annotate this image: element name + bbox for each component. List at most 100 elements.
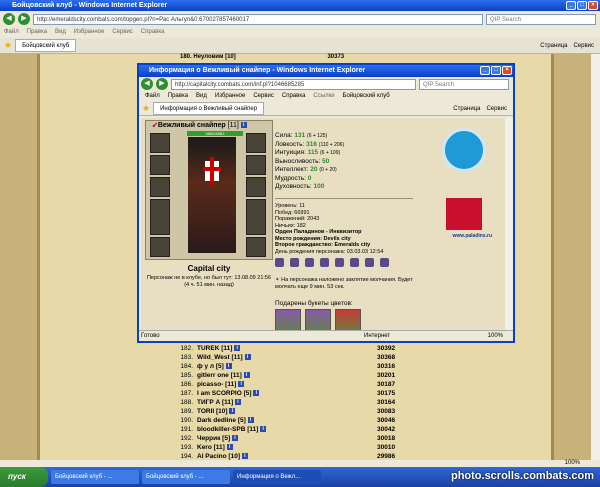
row-nick[interactable]: Dark dedline [5] i	[197, 416, 377, 425]
row-rank: 192.	[180, 435, 193, 442]
address-input[interactable]: http://emeraldscity.combats.com/topgen.p…	[33, 13, 483, 25]
badge-icon[interactable]	[380, 258, 389, 267]
popup-tab-info[interactable]: Информация о Вежливый снайпер	[153, 102, 265, 115]
menu-view[interactable]: Вид	[55, 27, 66, 38]
item-slot-legs[interactable]	[246, 199, 266, 235]
badge-icon[interactable]	[350, 258, 359, 267]
close-button[interactable]: ×	[588, 1, 598, 10]
tools-menu-button[interactable]: Сервис	[573, 43, 594, 49]
popup-menu-favorites[interactable]: Избранное	[215, 91, 245, 102]
row-nick[interactable]: ф у л [5] i	[197, 362, 377, 371]
rating-table: 182. TUREK [11] i 30392 183. Wild_West [11] …	[175, 344, 455, 461]
menu-help[interactable]: Справка	[141, 27, 165, 38]
row-nick[interactable]: TORII [10] i	[197, 407, 377, 416]
info-icon[interactable]: i	[243, 372, 250, 379]
info-icon[interactable]: i	[225, 363, 232, 370]
taskbar-item-3[interactable]: Информация о Вежл...	[233, 470, 321, 484]
popup-close-button[interactable]: ×	[502, 66, 512, 75]
popup-scrollbar[interactable]	[505, 118, 513, 330]
info-icon[interactable]: i	[229, 408, 236, 415]
row-rank: 184.	[180, 363, 193, 370]
item-slot-earrings[interactable]	[246, 133, 266, 153]
info-icon[interactable]: i	[226, 444, 233, 451]
table-row: 192. Черрик [5] i 30018	[175, 434, 455, 443]
item-slot-shield[interactable]	[246, 177, 266, 197]
popup-maximize-button[interactable]: □	[491, 66, 501, 75]
badge-icon[interactable]	[290, 258, 299, 267]
row-nick[interactable]: TUREK [11] i	[197, 344, 377, 353]
popup-menu-links[interactable]: Ссылки	[313, 91, 334, 102]
menu-favorites[interactable]: Избранное	[74, 27, 104, 38]
badge-icon[interactable]	[365, 258, 374, 267]
favorites-star-icon[interactable]: ★	[4, 40, 12, 51]
item-slot-belt[interactable]	[150, 237, 170, 257]
row-nick[interactable]: Черрик [5] i	[197, 434, 377, 443]
search-input[interactable]: QIP Search	[486, 13, 596, 25]
stat-row: Сила: 131 (6 + 125)	[275, 132, 328, 139]
back-icon[interactable]: ◀	[3, 13, 15, 25]
popup-menu-help[interactable]: Справка	[282, 91, 306, 102]
popup-menu-view[interactable]: Вид	[196, 91, 207, 102]
row-nick[interactable]: bloodkiller-SPB [11] i	[197, 425, 377, 434]
info-icon[interactable]: i	[234, 399, 241, 406]
badge-icon[interactable]	[335, 258, 344, 267]
popup-forward-icon[interactable]: ▶	[156, 78, 168, 90]
info-line: День рождения персонажа: 03.03.03 12:54	[275, 248, 384, 255]
taskbar-item-1[interactable]: Бойцовский клуб - ...	[51, 470, 139, 484]
page-menu-button[interactable]: Страница	[540, 43, 567, 49]
info-icon[interactable]: i	[231, 435, 238, 442]
popup-minimize-button[interactable]: _	[480, 66, 490, 75]
taskbar-item-2[interactable]: Бойцовский клуб - ...	[142, 470, 230, 484]
row-nick[interactable]: Kero [11] i	[197, 443, 377, 452]
menu-tools[interactable]: Сервис	[112, 27, 133, 38]
forward-icon[interactable]: ▶	[18, 13, 30, 25]
info-icon[interactable]: i	[244, 354, 251, 361]
info-icon[interactable]: i	[241, 453, 248, 460]
popup-search-input[interactable]: QIP Search	[419, 78, 509, 90]
popup-page-button[interactable]: Страница	[453, 106, 480, 112]
row-nick[interactable]: picasso- [11] i	[197, 380, 377, 389]
item-slot-boots[interactable]	[246, 237, 266, 257]
start-button[interactable]: пуск	[0, 467, 48, 487]
minimize-button[interactable]: _	[566, 1, 576, 10]
main-status-bar: 100%	[0, 460, 600, 467]
row-nick[interactable]: Wild_West [11] i	[197, 353, 377, 362]
badge-icon[interactable]	[305, 258, 314, 267]
info-icon[interactable]: i	[240, 122, 247, 129]
maximize-button[interactable]: □	[577, 1, 587, 10]
bouquet-icon[interactable]	[275, 309, 301, 330]
bouquet-icon[interactable]	[305, 309, 331, 330]
bouquet-icon[interactable]	[335, 309, 361, 330]
popup-tools-button[interactable]: Сервис	[486, 106, 507, 112]
item-slot-armor[interactable]	[150, 199, 170, 235]
popup-menu-file[interactable]: Файл	[145, 91, 160, 102]
row-score: 30046	[377, 417, 396, 424]
row-nick[interactable]: I am SCORPIO [5] i	[197, 389, 377, 398]
row-score: 30042	[377, 426, 396, 433]
tab-main[interactable]: Бойцовский клуб	[15, 39, 77, 52]
popup-back-icon[interactable]: ◀	[141, 78, 153, 90]
item-slot-gloves[interactable]	[246, 155, 266, 175]
scrollbar[interactable]	[591, 54, 600, 460]
row-rank: 187.	[180, 390, 193, 397]
badge-icon[interactable]	[275, 258, 284, 267]
info-icon[interactable]: i	[253, 390, 260, 397]
popup-favorites-star-icon[interactable]: ★	[142, 103, 150, 114]
info-icon[interactable]: i	[234, 345, 241, 352]
popup-menu-club[interactable]: Бойцовский клуб	[343, 91, 390, 102]
item-slot-amulet[interactable]	[150, 155, 170, 175]
menu-file[interactable]: Файл	[4, 27, 19, 38]
paladins-link[interactable]: www.paladins.ru	[452, 233, 492, 239]
popup-menu-edit[interactable]: Правка	[168, 91, 188, 102]
info-icon[interactable]: i	[260, 426, 267, 433]
row-nick[interactable]: gitlerr one [11] i	[197, 371, 377, 380]
popup-menu-tools[interactable]: Сервис	[253, 91, 274, 102]
info-icon[interactable]: i	[247, 417, 254, 424]
menu-edit[interactable]: Правка	[27, 27, 47, 38]
item-slot-weapon[interactable]	[150, 177, 170, 197]
popup-address-input[interactable]: http://capitalcity.combats.com/inf.pl?10…	[171, 78, 416, 90]
info-icon[interactable]: i	[238, 381, 245, 388]
badge-icon[interactable]	[320, 258, 329, 267]
item-slot-helmet[interactable]	[150, 133, 170, 153]
row-nick[interactable]: ТИГР А [11] i	[197, 398, 377, 407]
